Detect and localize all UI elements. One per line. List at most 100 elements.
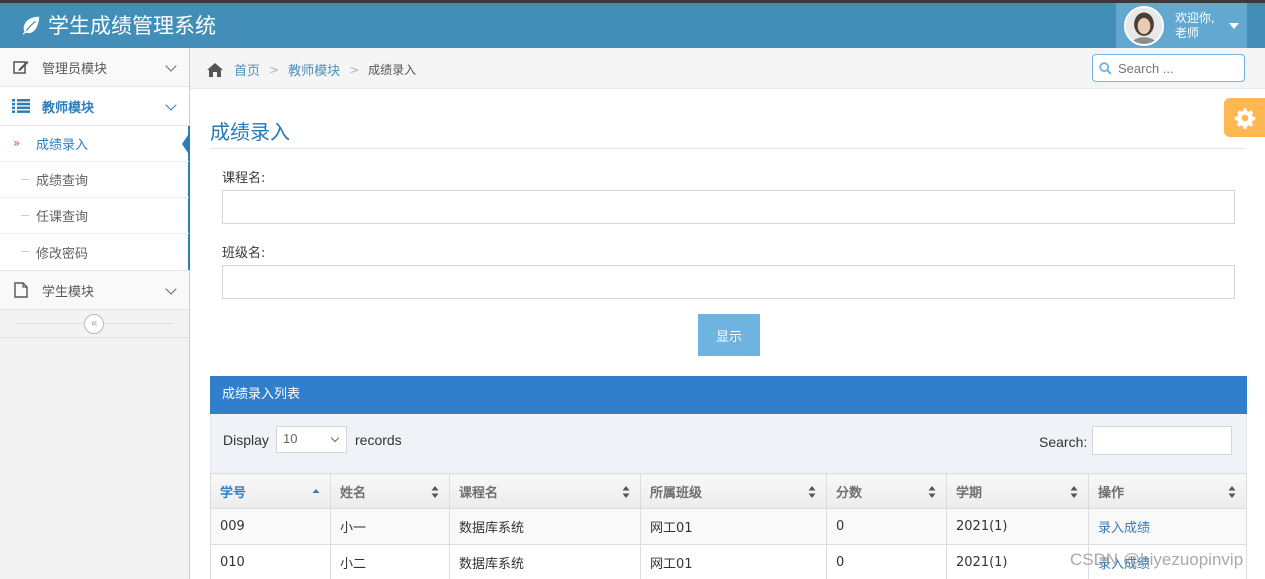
submenu-item-label: 成绩查询 bbox=[36, 174, 89, 189]
cell-class: 网工01 bbox=[640, 508, 827, 545]
table-toolbar: Display 10 records Search: bbox=[210, 414, 1247, 473]
breadcrumb-current: 成绩录入 bbox=[368, 63, 417, 77]
table-header-row: 学号 姓名 课程名 所属班级 分数 学期 操作 bbox=[210, 473, 1247, 509]
breadcrumb-separator: > bbox=[349, 62, 360, 77]
column-header-label: 课程名 bbox=[459, 485, 499, 501]
column-header-action[interactable]: 操作 bbox=[1088, 473, 1247, 509]
sidebar-item-student[interactable]: 学生模块 bbox=[0, 271, 189, 310]
course-name-input[interactable] bbox=[222, 190, 1235, 224]
table-search-input[interactable] bbox=[1092, 426, 1232, 455]
breadcrumb: 首页 > 教师模块 > 成绩录入 bbox=[206, 60, 416, 79]
sidebar-item-label: 管理员模块 bbox=[42, 61, 108, 77]
nav-search-input[interactable] bbox=[1118, 60, 1238, 76]
breadcrumb-home-link[interactable]: 首页 bbox=[234, 60, 260, 79]
table-search-label: Search: bbox=[1039, 434, 1088, 450]
cell-course: 数据库系统 bbox=[449, 508, 641, 545]
sidebar-item-teacher[interactable]: 教师模块 bbox=[0, 87, 189, 126]
cell-action: 录入成绩 bbox=[1088, 508, 1247, 545]
avatar bbox=[1124, 5, 1164, 46]
sidebar-item-admin[interactable]: 管理员模块 bbox=[0, 48, 189, 87]
sort-icon bbox=[808, 486, 816, 498]
sort-icon bbox=[1228, 486, 1236, 498]
records-label: records bbox=[355, 432, 402, 448]
submenu-item-label: 任课查询 bbox=[36, 210, 89, 225]
settings-button[interactable] bbox=[1224, 98, 1265, 137]
enter-grade-link[interactable]: 录入成绩 bbox=[1098, 521, 1150, 536]
column-header-label: 所属班级 bbox=[650, 485, 703, 501]
breadcrumb-separator: > bbox=[269, 62, 280, 77]
teacher-submenu: » 成绩录入 成绩查询 任课查询 修改密码 bbox=[0, 126, 190, 271]
sort-icon bbox=[431, 486, 439, 498]
user-photo-icon bbox=[1126, 7, 1162, 44]
cell-score: 0 bbox=[826, 508, 947, 545]
gear-icon bbox=[1234, 107, 1255, 129]
sort-icon bbox=[928, 486, 936, 498]
submenu-item-change-password[interactable]: 修改密码 bbox=[0, 234, 189, 270]
top-navbar: 学生成绩管理系统 欢迎你, 老师 bbox=[0, 0, 1265, 48]
class-name-label: 班级名: bbox=[222, 246, 266, 261]
submenu-item-grade-query[interactable]: 成绩查询 bbox=[0, 162, 189, 198]
chevron-down-icon bbox=[165, 283, 177, 295]
chevron-down-icon bbox=[165, 99, 177, 111]
submenu-item-course-query[interactable]: 任课查询 bbox=[0, 198, 189, 234]
class-name-input[interactable] bbox=[222, 265, 1235, 299]
brand[interactable]: 学生成绩管理系统 bbox=[20, 10, 216, 40]
chevron-down-icon bbox=[165, 60, 177, 72]
title-divider bbox=[210, 148, 1245, 149]
breadcrumb-module-link[interactable]: 教师模块 bbox=[288, 60, 340, 79]
sidebar-collapse-row: « bbox=[0, 310, 189, 338]
cell-student-id: 010 bbox=[210, 544, 331, 579]
nav-search-box[interactable] bbox=[1092, 54, 1245, 82]
column-header-label: 姓名 bbox=[340, 485, 367, 501]
sort-icon bbox=[1070, 486, 1078, 498]
caret-down-icon[interactable] bbox=[1228, 22, 1239, 29]
submenu-item-label: 成绩录入 bbox=[36, 138, 89, 153]
home-icon bbox=[207, 62, 223, 77]
page-size-select[interactable]: 10 bbox=[276, 426, 347, 453]
table-panel-header: 成绩录入列表 bbox=[210, 376, 1247, 414]
column-header-term[interactable]: 学期 bbox=[946, 473, 1089, 509]
column-header-class[interactable]: 所属班级 bbox=[640, 473, 827, 509]
app-title: 学生成绩管理系统 bbox=[48, 14, 216, 38]
sidebar-item-label: 教师模块 bbox=[42, 100, 95, 116]
sort-icon bbox=[622, 486, 630, 498]
file-icon bbox=[12, 281, 30, 299]
cell-score: 0 bbox=[826, 544, 947, 579]
sidebar-item-label: 学生模块 bbox=[42, 284, 95, 300]
active-pointer bbox=[182, 132, 190, 156]
column-header-score[interactable]: 分数 bbox=[826, 473, 947, 509]
cell-student-id: 009 bbox=[210, 508, 331, 545]
user-role: 老师 bbox=[1175, 25, 1200, 40]
user-menu[interactable]: 欢迎你, 老师 bbox=[1116, 3, 1247, 48]
chevron-down-icon bbox=[330, 433, 340, 443]
column-header-student-id[interactable]: 学号 bbox=[210, 473, 331, 509]
cell-term: 2021(1) bbox=[946, 508, 1089, 545]
column-header-name[interactable]: 姓名 bbox=[330, 473, 450, 509]
cell-term: 2021(1) bbox=[946, 544, 1089, 579]
column-header-label: 分数 bbox=[836, 485, 863, 501]
welcome-text: 欢迎你, 老师 bbox=[1175, 11, 1215, 41]
column-header-label: 操作 bbox=[1098, 485, 1125, 501]
column-header-label: 学期 bbox=[956, 485, 983, 501]
submenu-item-label: 修改密码 bbox=[36, 246, 89, 262]
search-icon bbox=[1099, 61, 1112, 75]
sort-asc-icon bbox=[312, 489, 320, 493]
edit-icon bbox=[12, 58, 30, 76]
show-button[interactable]: 显示 bbox=[698, 314, 760, 356]
page-title: 成绩录入 bbox=[210, 120, 290, 144]
breadcrumb-bar: 首页 > 教师模块 > 成绩录入 bbox=[190, 48, 1265, 89]
sidebar-collapse-button[interactable]: « bbox=[84, 314, 104, 334]
welcome-line: 欢迎你, bbox=[1175, 10, 1215, 25]
display-label: Display bbox=[223, 432, 269, 448]
table-row: 009 小一 数据库系统 网工01 0 2021(1) 录入成绩 bbox=[210, 508, 1247, 545]
course-name-label: 课程名: bbox=[222, 171, 266, 186]
cell-name: 小二 bbox=[330, 544, 450, 579]
submenu-item-grade-entry[interactable]: » 成绩录入 bbox=[0, 126, 190, 162]
double-angle-right-icon: » bbox=[13, 136, 21, 150]
cell-class: 网工01 bbox=[640, 544, 827, 579]
cell-name: 小一 bbox=[330, 508, 450, 545]
page-size-value: 10 bbox=[283, 431, 298, 446]
column-header-course[interactable]: 课程名 bbox=[449, 473, 641, 509]
sidebar: 管理员模块 教师模块 » 成绩录入 成绩查询 任课查询 修改密码 学生模块 « bbox=[0, 48, 190, 579]
leaf-icon bbox=[22, 16, 40, 35]
